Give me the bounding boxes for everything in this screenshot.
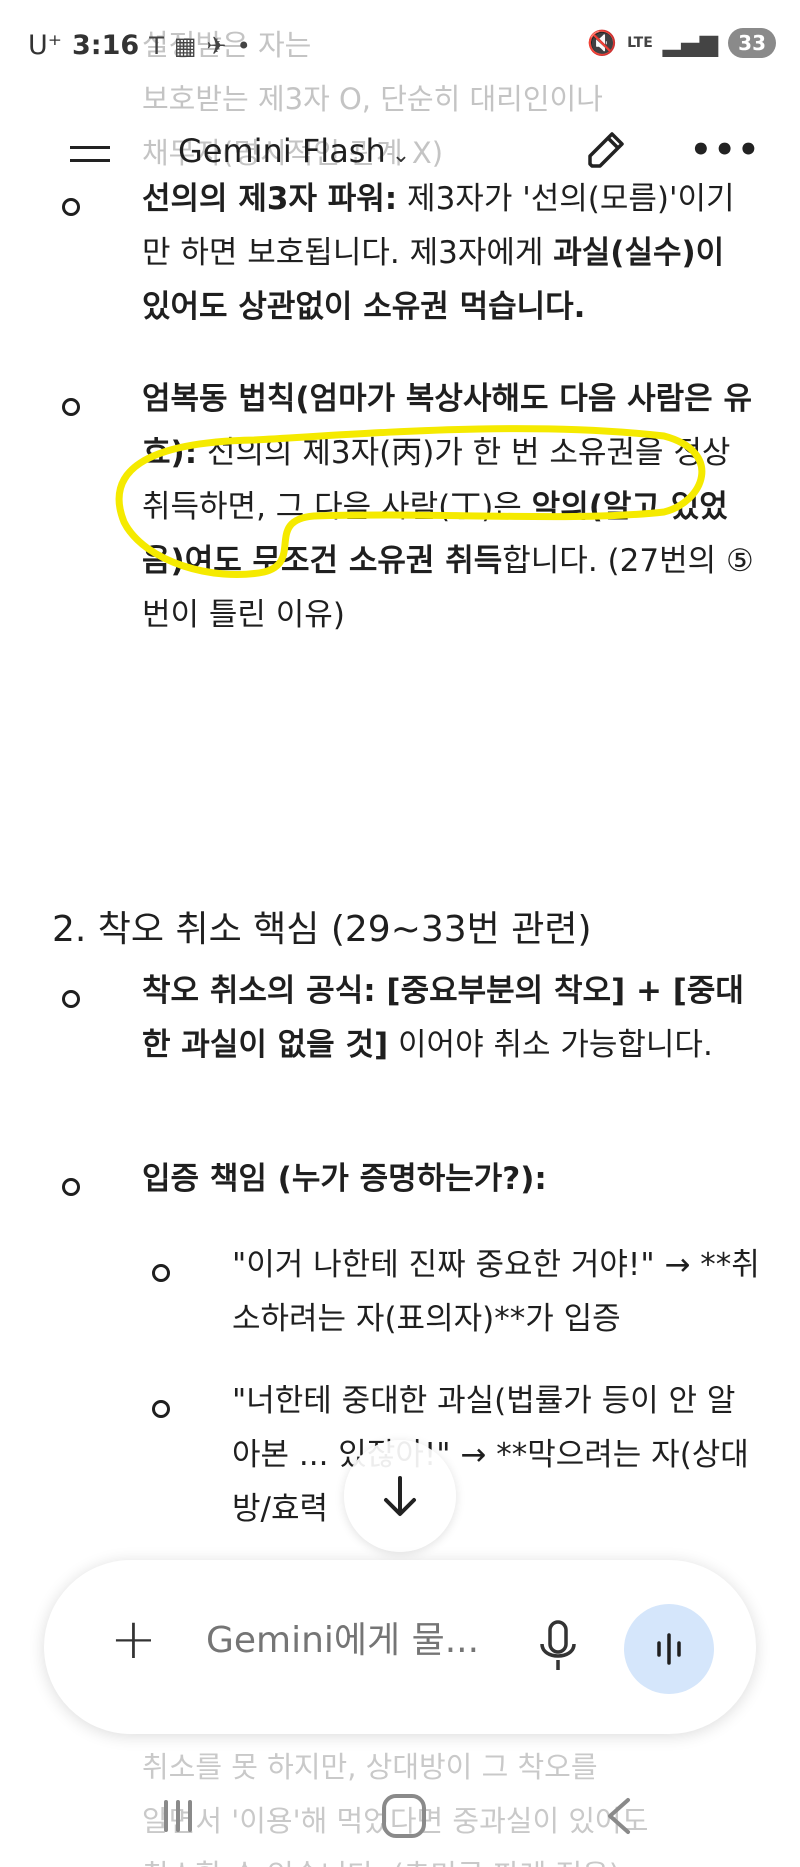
section-heading: 2. 착오 취소 핵심 (29~33번 관련) bbox=[52, 909, 592, 950]
bullet-icon bbox=[62, 198, 80, 216]
dot-icon: • bbox=[236, 31, 251, 60]
more-icon[interactable]: ••• bbox=[690, 130, 761, 170]
item-bold: 입증 책임 (누가 증명하는가?): bbox=[142, 1161, 547, 1197]
chevron-down-icon: ⌄ bbox=[391, 143, 411, 168]
mute-icon: 🔇 bbox=[587, 29, 618, 57]
prompt-input[interactable] bbox=[206, 1620, 506, 1661]
battery-badge: 33 bbox=[728, 28, 776, 58]
carrier-label: U⁺ bbox=[28, 30, 63, 61]
plus-icon[interactable]: + bbox=[110, 1612, 157, 1668]
model-selector[interactable]: Gemini Flash ⌄ bbox=[178, 132, 410, 170]
bullet-icon bbox=[62, 1178, 80, 1196]
nav-recent-icon[interactable] bbox=[160, 1798, 196, 1834]
voice-wave-icon bbox=[657, 1633, 681, 1665]
system-nav-bar bbox=[0, 1780, 800, 1867]
edit-icon[interactable] bbox=[580, 126, 630, 176]
list-item: 입증 책임 (누가 증명하는가?): bbox=[142, 1152, 754, 1206]
nav-home-icon[interactable] bbox=[382, 1794, 426, 1838]
list-item: 선의의 제3자 파워: 제3자가 '선의(모름)'이기만 하면 보호됩니다. 제… bbox=[142, 172, 754, 334]
status-bar: U⁺ 3:16 T ▦ ✈ • 🔇 LTE ▂▄▆ 33 bbox=[0, 0, 800, 92]
hamburger-icon[interactable] bbox=[70, 146, 110, 162]
model-label: Gemini Flash bbox=[178, 132, 386, 170]
sub-bullet-icon bbox=[152, 1400, 170, 1418]
clock: 3:16 bbox=[72, 30, 140, 61]
network-label: LTE bbox=[627, 35, 653, 51]
signal-icon: ▂▄▆ bbox=[662, 29, 719, 57]
sub-list-item: "이거 나한테 진짜 중요한 거야!" → **취소하려는 자(표의자)**가 … bbox=[232, 1247, 760, 1337]
list-item: 엄복동 법칙(엄마가 복상사해도 다음 사람은 유효): 선의의 제3자(丙)가… bbox=[142, 372, 754, 642]
app-header: Gemini Flash ⌄ ••• bbox=[0, 120, 800, 186]
arrow-down-icon bbox=[384, 1476, 416, 1516]
calendar-icon: ▦ bbox=[173, 31, 197, 60]
mic-icon[interactable] bbox=[534, 1616, 582, 1676]
list-item: 착오 취소의 공식: [중요부분의 착오] + [중대한 과실이 없을 것] 이… bbox=[142, 964, 754, 1072]
voice-mode-button[interactable] bbox=[624, 1604, 714, 1694]
item-text: 이어야 취소 가능합니다. bbox=[388, 1027, 713, 1063]
prompt-bar: + bbox=[44, 1560, 756, 1734]
sub-list-item: "너한테 중대한 과실(법률가 등이 안 알아본 ... 있잖아!" → **막… bbox=[232, 1383, 749, 1527]
nav-back-icon[interactable] bbox=[600, 1796, 640, 1836]
status-right: 🔇 LTE ▂▄▆ 33 bbox=[587, 28, 776, 58]
sub-bullet-icon bbox=[152, 1264, 170, 1282]
app-notification-icon: ✈ bbox=[206, 31, 227, 60]
tesla-app-icon: T bbox=[149, 31, 164, 60]
item-bold: 선의의 제3자 파워: bbox=[142, 181, 398, 217]
bullet-icon bbox=[62, 990, 80, 1008]
scroll-down-button[interactable] bbox=[344, 1440, 456, 1552]
status-left: U⁺ 3:16 T ▦ ✈ • bbox=[28, 30, 251, 61]
bullet-icon bbox=[62, 398, 80, 416]
